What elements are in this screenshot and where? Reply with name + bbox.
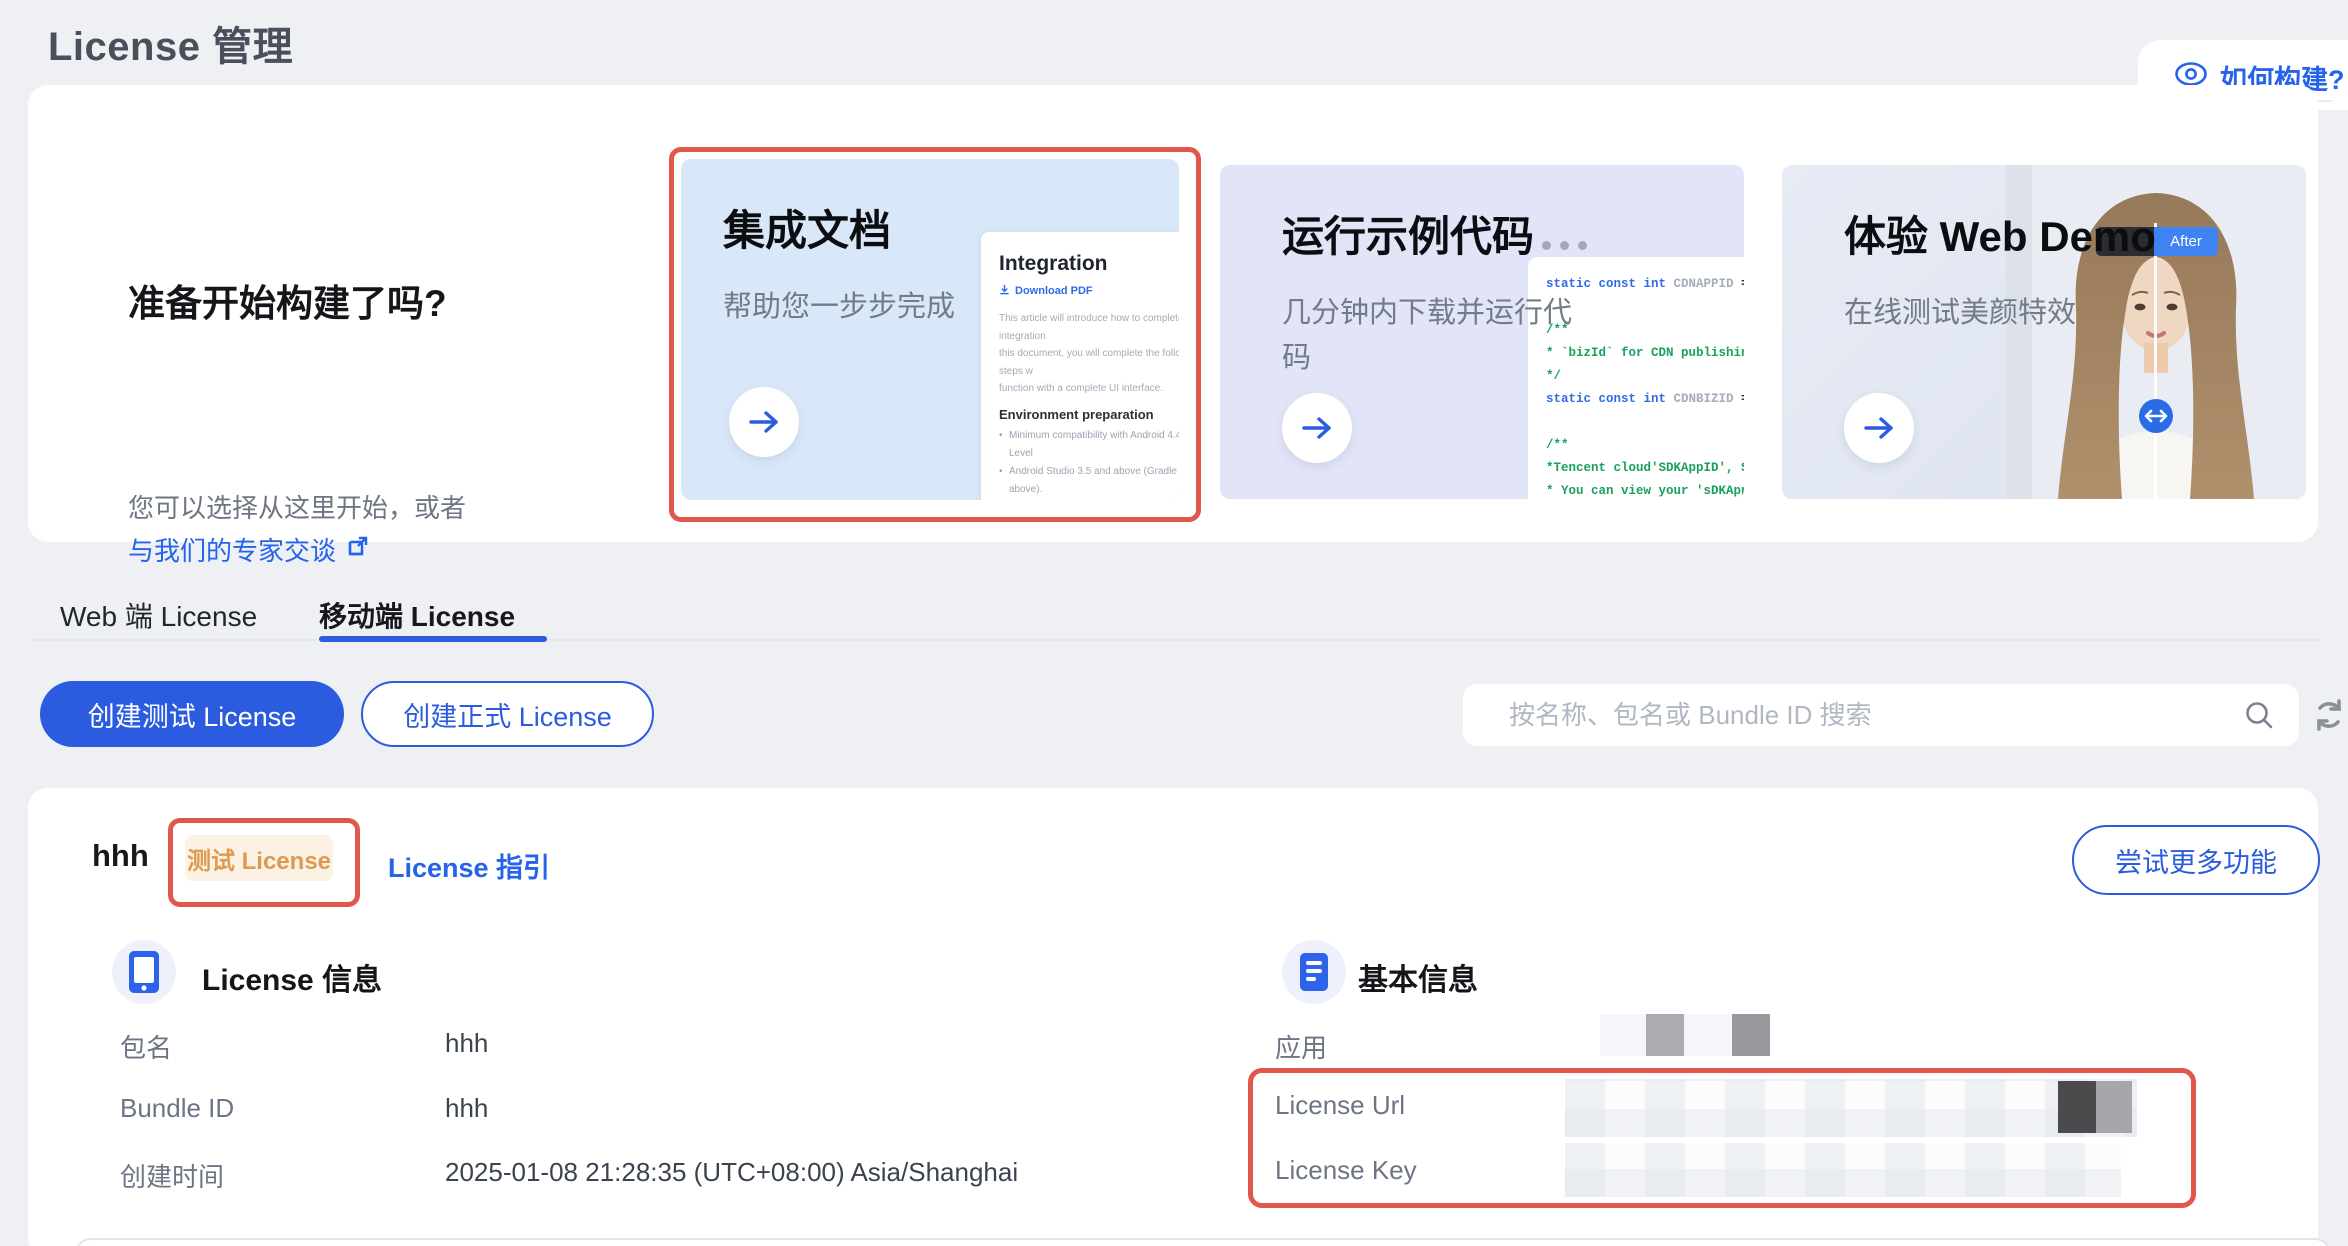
phone-icon [112, 940, 176, 1004]
arrow-right-icon[interactable] [1282, 393, 1352, 463]
web-demo-title: 体验 Web Demo [1844, 203, 2156, 264]
tab-web-license[interactable]: Web 端 License [60, 595, 257, 635]
run-sample-code-title: 运行示例代码 [1282, 203, 1534, 264]
redacted-license-url-value [1565, 1079, 2137, 1137]
integration-docs-card[interactable]: 集成文档 帮助您一步步完成 Integration Download PDF T… [681, 159, 1179, 500]
run-sample-code-card[interactable]: static const int CDNAPPID =0; /** * `biz… [1220, 165, 1744, 499]
next-section-panel [75, 1238, 2331, 1246]
integration-docs-title: 集成文档 [723, 197, 891, 258]
field-label-app: 应用 [1275, 1028, 1327, 1065]
intro-title: 准备开始构建了吗? [128, 273, 447, 327]
doc-preview: Integration Download PDF This article wi… [981, 232, 1179, 500]
basic-info-heading: 基本信息 [1358, 955, 1478, 999]
external-link-icon [346, 534, 370, 565]
arrow-right-icon[interactable] [729, 387, 799, 457]
after-tag: After [2154, 227, 2218, 256]
talk-to-experts-label: 与我们的专家交谈 [128, 531, 336, 568]
doc-preview-title: Integration [999, 252, 1179, 276]
field-value-package: hhh [445, 1028, 488, 1059]
field-value-bundle-id: hhh [445, 1093, 488, 1124]
tab-mobile-license[interactable]: 移动端 License [319, 595, 515, 635]
doc-heading: Environment preparation [999, 407, 1179, 422]
redacted-license-key-value [1565, 1143, 2121, 1197]
intro-text: 您可以选择从这里开始，或者 [128, 488, 466, 525]
field-label-license-url: License Url [1275, 1090, 1405, 1121]
page-title: License 管理 [48, 14, 293, 72]
web-demo-card[interactable]: After 体验 Web Demo 在线测试美颜特效 [1782, 165, 2306, 499]
doc-bullet: Mobile devices with Android 4.4 and abov… [999, 499, 1179, 501]
field-label-package: 包名 [120, 1028, 172, 1065]
license-name: hhh [92, 838, 149, 874]
redacted-block [2096, 1081, 2132, 1133]
license-info-heading: License 信息 [202, 955, 382, 999]
doc-paragraph: function with a complete UI interface. [999, 380, 1179, 398]
doc-paragraph: this document, you will complete the fol… [999, 345, 1179, 380]
web-demo-subtitle: 在线测试美颜特效 [1844, 291, 2154, 336]
document-icon [1282, 940, 1346, 1004]
talk-to-experts-link[interactable]: 与我们的专家交谈 [128, 531, 370, 568]
license-guide-link[interactable]: License 指引 [388, 846, 550, 885]
redacted-app-value [1600, 1014, 1770, 1056]
arrow-right-icon[interactable] [1844, 393, 1914, 463]
field-label-created-time: 创建时间 [120, 1157, 224, 1194]
redacted-block [2058, 1081, 2096, 1133]
window-dots-icon [1542, 241, 1587, 250]
active-tab-underline [319, 636, 547, 642]
field-label-bundle-id: Bundle ID [120, 1093, 234, 1124]
field-label-license-key: License Key [1275, 1155, 1417, 1186]
getting-started-card: 准备开始构建了吗? 您可以选择从这里开始，或者 与我们的专家交谈 集成文档 帮助… [28, 85, 2318, 542]
doc-bullet: Android Studio 3.5 and above (Gradle 3.5… [999, 463, 1179, 499]
search-icon[interactable] [2243, 699, 2275, 736]
field-value-created-time: 2025-01-08 21:28:35 (UTC+08:00) Asia/Sha… [445, 1157, 1018, 1188]
search-box [1463, 684, 2299, 746]
test-license-badge: 测试 License [185, 835, 333, 881]
doc-bullet: Minimum compatibility with Android 4.4 (… [999, 427, 1179, 463]
search-input[interactable] [1463, 684, 2299, 746]
refresh-icon[interactable] [2310, 696, 2348, 734]
license-management-page: License 管理 如何构建? 准备开始构建了吗? 您可以选择从这里开始，或者… [0, 0, 2348, 1246]
create-formal-license-button[interactable]: 创建正式 License [361, 681, 654, 747]
integration-docs-subtitle: 帮助您一步步完成 [723, 285, 1033, 330]
create-test-license-button[interactable]: 创建测试 License [40, 681, 344, 747]
run-sample-code-subtitle: 几分钟内下载并运行代码 [1282, 291, 1582, 381]
try-more-features-button[interactable]: 尝试更多功能 [2072, 825, 2320, 895]
